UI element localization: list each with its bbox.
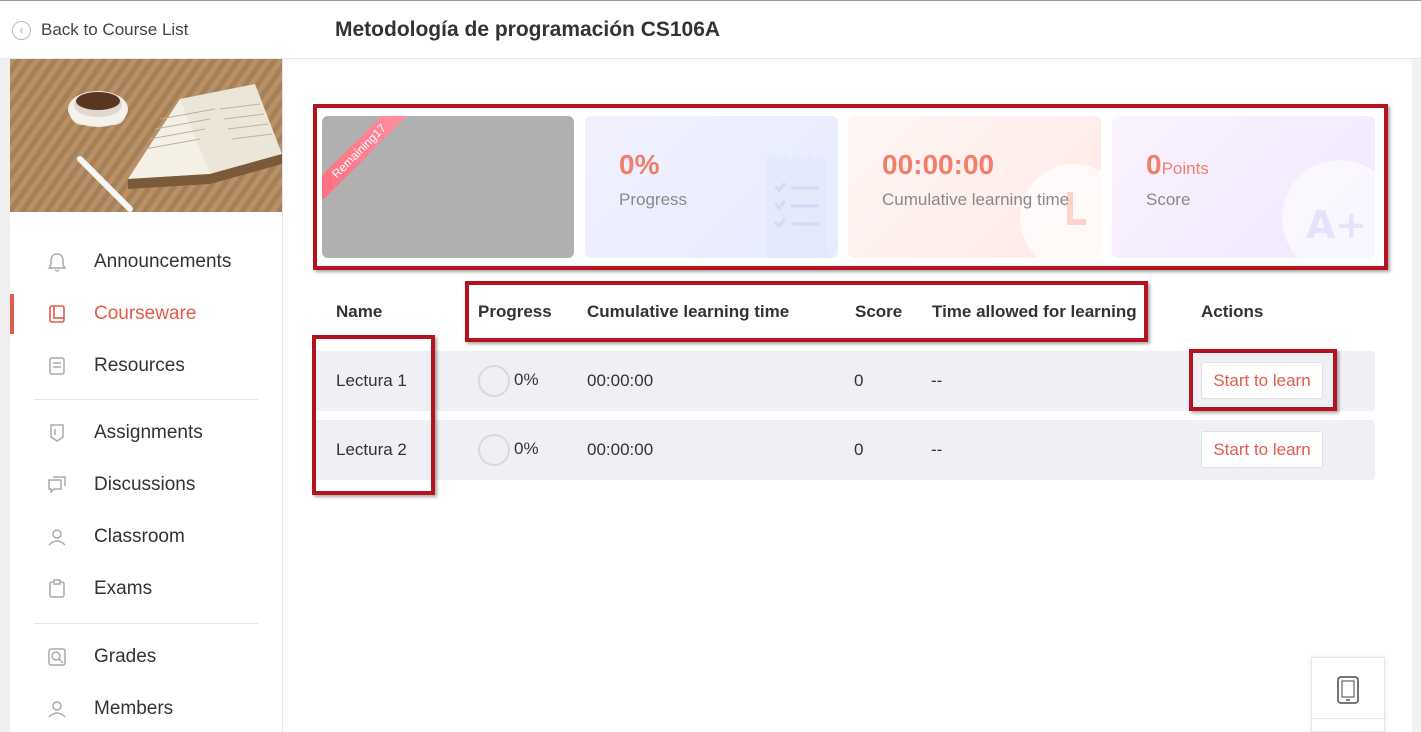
sidebar-item-label: Members: [94, 698, 174, 719]
row-score: 0: [854, 440, 864, 459]
row-time-allowed: --: [931, 440, 943, 459]
tablet-icon: [1336, 675, 1360, 710]
sidebar-item-exams[interactable]: Exams: [10, 569, 282, 609]
row-learning-time: 00:00:00: [587, 440, 654, 459]
checklist-icon: [767, 154, 827, 258]
course-cover-image: [10, 59, 282, 212]
discussion-icon: [46, 474, 68, 496]
sidebar-item-assignments[interactable]: Assignments: [10, 413, 282, 453]
sidebar-item-label: Assignments: [94, 422, 203, 443]
score-label: Score: [1146, 190, 1191, 209]
progress-value: 0%: [619, 149, 660, 180]
classroom-icon: [46, 526, 68, 548]
learning-time-label: Cumulative learning time: [882, 190, 1070, 209]
sidebar-item-courseware[interactable]: Courseware: [10, 294, 282, 334]
column-header-progress: Progress: [478, 302, 552, 321]
start-to-learn-button[interactable]: Start to learn: [1201, 362, 1323, 399]
sidebar-item-grades[interactable]: Grades: [10, 637, 282, 677]
row-progress: 0%: [514, 439, 539, 458]
progress-ring: [478, 365, 510, 397]
sidebar-item-label: Grades: [94, 646, 157, 667]
floating-toolbar[interactable]: [1311, 657, 1386, 732]
column-header-time-allowed: Time allowed for learning: [932, 302, 1137, 321]
members-icon: [46, 698, 68, 720]
score-card: A+ 0Points Score: [1112, 116, 1375, 258]
column-header-actions: Actions: [1201, 302, 1264, 321]
clock-icon: [1020, 164, 1101, 258]
row-score: 0: [854, 371, 864, 390]
sidebar-item-label: Classroom: [94, 526, 185, 547]
row-name: Lectura 1: [336, 371, 407, 390]
sidebar-divider: [34, 623, 258, 624]
table-row: Lectura 1 0% 00:00:00 0 -- Start to lear…: [314, 351, 1375, 411]
back-label: Back to Course List: [41, 20, 189, 39]
row-time-allowed: --: [931, 371, 943, 390]
exam-icon: [46, 578, 68, 600]
book-and-coffee-illustration: [10, 59, 282, 212]
scrollbar[interactable]: [1412, 59, 1421, 732]
table-row: Lectura 2 0% 00:00:00 0 -- Start to lear…: [314, 420, 1375, 480]
courseware-table-header: Name Progress Cumulative learning time S…: [310, 290, 1380, 332]
sidebar: Announcements Courseware Resources Assig…: [10, 59, 283, 732]
score-unit: Points: [1161, 159, 1209, 178]
learning-time-value: 00:00:00: [882, 149, 995, 180]
courseware-cover-card: Remaining17: [322, 116, 574, 258]
column-header-learning-time: Cumulative learning time: [587, 302, 790, 321]
row-name: Lectura 2: [336, 440, 407, 459]
resources-icon: [46, 355, 68, 377]
sidebar-item-discussions[interactable]: Discussions: [10, 465, 282, 505]
sidebar-item-members[interactable]: Members: [10, 689, 282, 729]
floating-toolbar-divider: [1312, 718, 1386, 719]
score-value: 0Points: [1146, 149, 1209, 180]
left-edge: [0, 59, 10, 732]
svg-text:A+: A+: [1306, 203, 1367, 247]
sidebar-item-label: Exams: [94, 578, 153, 599]
back-to-course-list-link[interactable]: ‹ Back to Course List: [12, 20, 188, 40]
grade-a-plus-icon: A+: [1282, 160, 1375, 258]
sidebar-item-label: Courseware: [94, 303, 197, 324]
top-bar: ‹ Back to Course List Metodología de pro…: [0, 0, 1421, 59]
page-title: Metodología de programación CS106A: [335, 18, 721, 41]
progress-label: Progress: [619, 190, 688, 209]
sidebar-item-resources[interactable]: Resources: [10, 346, 282, 386]
progress-ring: [478, 434, 510, 466]
sidebar-item-label: Discussions: [94, 474, 196, 495]
sidebar-item-announcements[interactable]: Announcements: [10, 242, 282, 282]
bell-icon: [46, 251, 68, 273]
column-header-score: Score: [855, 302, 903, 321]
assignment-icon: [46, 422, 68, 444]
progress-card: 0% Progress: [585, 116, 838, 258]
start-to-learn-button[interactable]: Start to learn: [1201, 431, 1323, 468]
sidebar-item-classroom[interactable]: Classroom: [10, 517, 282, 557]
grades-icon: [46, 646, 68, 668]
column-header-name: Name: [336, 302, 383, 321]
chevron-left-icon: ‹: [12, 20, 31, 40]
remaining-ribbon: Remaining17: [322, 116, 408, 200]
learning-time-card: 00:00:00 Cumulative learning time: [848, 116, 1101, 258]
row-progress: 0%: [514, 370, 539, 389]
sidebar-divider: [34, 399, 258, 400]
row-learning-time: 00:00:00: [587, 371, 654, 390]
sidebar-item-label: Resources: [94, 355, 185, 376]
sidebar-item-label: Announcements: [94, 251, 232, 272]
book-icon: [46, 303, 68, 325]
